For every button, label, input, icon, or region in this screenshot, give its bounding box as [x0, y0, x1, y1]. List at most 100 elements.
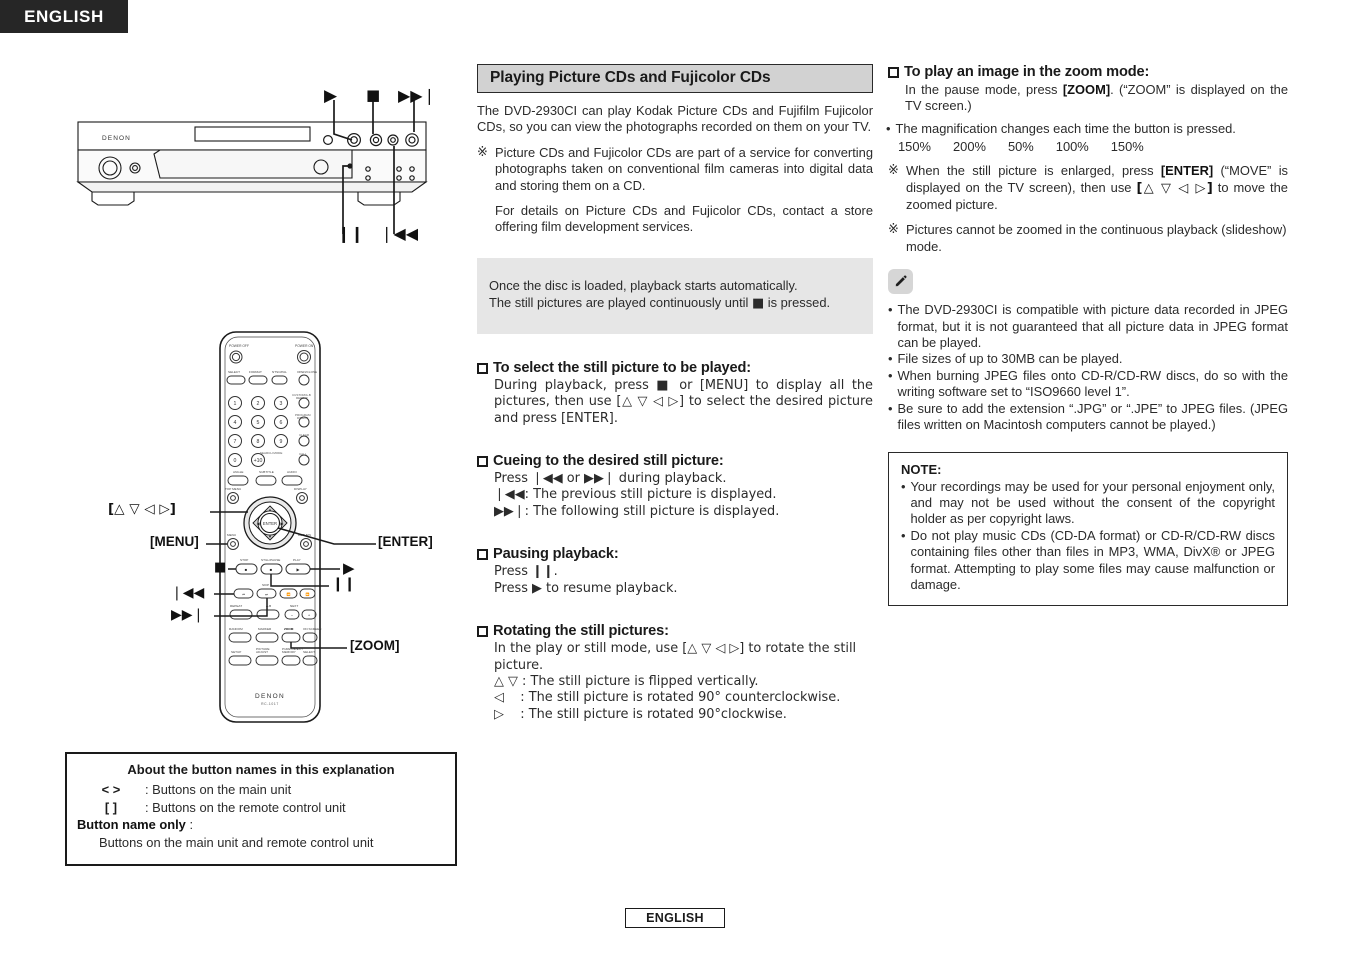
pencil-note-bullets: • The DVD-2930CI is compatible with pict…: [888, 302, 1288, 433]
svg-text:2: 2: [257, 401, 260, 407]
block-line: ❘◀◀: The previous still picture is displ…: [494, 487, 777, 503]
svg-text:SUBTITLE: SUBTITLE: [259, 470, 274, 474]
legend-key: [ ]: [104, 799, 118, 815]
svg-text:MARKER: MARKER: [258, 627, 272, 631]
svg-text:SEARCH MODE: SEARCH MODE: [260, 451, 282, 455]
note-item-1-text: Picture CDs and Fujicolor CDs are part o…: [495, 144, 873, 193]
front-panel-brand: DENON: [102, 135, 131, 142]
svg-text:DISPLAY: DISPLAY: [294, 487, 307, 491]
footer-language-box: ENGLISH: [625, 908, 725, 928]
auto-playback-line-1: Once the disc is loaded, playback starts…: [489, 277, 798, 293]
list-item: • The magnification changes each time th…: [886, 121, 1288, 137]
svg-text:REPEAT: REPEAT: [296, 396, 308, 400]
zoom-bullets: • The magnification changes each time th…: [886, 121, 1288, 137]
svg-text:TOP MENU: TOP MENU: [225, 487, 241, 491]
block-select-still-picture: To select the still picture to be played…: [477, 360, 873, 427]
section-title: Playing Picture CDs and Fujicolor CDs: [490, 69, 771, 86]
block-line: ▷ : The still picture is rotated 90°cloc…: [494, 706, 787, 722]
pencil-note-badge: [888, 269, 913, 295]
list-item: • The DVD-2930CI is compatible with pict…: [888, 302, 1288, 351]
svg-text:6: 6: [280, 420, 283, 426]
intro-paragraph: The DVD-2930CI can play Kodak Picture CD…: [477, 103, 873, 135]
svg-text:▼: ▼: [268, 534, 272, 539]
block-heading: Cueing to the desired still picture:: [477, 453, 873, 469]
front-panel-callout-next: ▶▶❘: [398, 86, 437, 105]
bullet-icon: •: [886, 120, 891, 136]
remote-callout-enter: [ENTER]: [378, 534, 433, 549]
block-body: Press ❘◀◀ or ▶▶❘ during playback. ❘◀◀: T…: [477, 471, 873, 520]
svg-text:ZOOM: ZOOM: [284, 627, 294, 631]
svg-text:SELECT: SELECT: [228, 370, 240, 374]
block-heading: To select the still picture to be played…: [477, 360, 873, 376]
checkbox-square-icon: [477, 456, 488, 468]
language-tab-label: ENGLISH: [24, 6, 104, 26]
front-panel-callout-pause: ❙❙: [337, 224, 364, 243]
svg-text:ADJUST: ADJUST: [256, 650, 268, 654]
svg-text:⏮: ⏮: [242, 593, 245, 597]
checkbox-square-icon: [888, 67, 899, 78]
svg-text:DIRECT: DIRECT: [297, 416, 308, 420]
svg-text:REPEAT: REPEAT: [230, 604, 242, 608]
svg-text:CLEAR: CLEAR: [299, 433, 310, 437]
svg-text:SKIP: SKIP: [262, 583, 269, 587]
block-line: During playback, press ■ or [MENU] to di…: [494, 377, 873, 426]
block-pausing-playback: Pausing playback: Press ❙❙. Press ▶ to r…: [477, 546, 873, 597]
checkbox-square-icon: [477, 549, 488, 561]
note-item-1: ※ Picture CDs and Fujicolor CDs are part…: [477, 145, 873, 194]
bullet-icon: •: [901, 478, 906, 494]
magnification-value: 100%: [1055, 139, 1089, 155]
block-title: Cueing to the desired still picture:: [493, 453, 724, 470]
legend-title: About the button names in this explanati…: [127, 762, 395, 777]
list-item: • Be sure to add the extension “.JPG” or…: [888, 401, 1288, 434]
section-title-bar: Playing Picture CDs and Fujicolor CDs: [477, 64, 873, 93]
svg-text:MEMORY: MEMORY: [282, 650, 296, 654]
bullet-icon: •: [888, 367, 893, 383]
block-heading: To play an image in the zoom mode:: [888, 64, 1288, 80]
svg-text:5: 5: [257, 420, 260, 426]
svg-text:SETUP: SETUP: [231, 650, 241, 654]
remote-callout-prev: ❘◀◀: [171, 585, 205, 601]
svg-text:9: 9: [280, 439, 283, 445]
footer-language-label: ENGLISH: [646, 911, 704, 925]
svg-text:POWER OFF: POWER OFF: [229, 344, 249, 348]
bullet-icon: •: [888, 400, 893, 416]
block-line: △ ▽ : The still picture is flipped verti…: [494, 673, 759, 689]
note-mark-icon: ※: [477, 144, 488, 160]
svg-text:CALL: CALL: [299, 452, 307, 456]
cursor-keys-ref: [△ ▽ ◁ ▷]: [1136, 180, 1213, 196]
zoom-note-1-text: When the still picture is enlarged, pres…: [906, 163, 1289, 213]
block-line: Press ❘◀◀ or ▶▶❘ during playback.: [494, 471, 727, 487]
checkbox-square-icon: [477, 362, 488, 374]
svg-text:FORMAT: FORMAT: [249, 370, 262, 374]
svg-text:3: 3: [280, 401, 283, 407]
note-item-2: For details on Picture CDs and Fujicolor…: [495, 203, 873, 235]
svg-text:NTSC/PAL: NTSC/PAL: [272, 370, 287, 374]
block-title: Rotating the still pictures:: [493, 623, 669, 640]
note-box-bullets: • Your recordings may be used for your p…: [901, 479, 1275, 594]
svg-text:4: 4: [234, 420, 237, 426]
svg-text:⏪: ⏪: [287, 593, 291, 597]
block-body: In the play or still mode, use [△ ▽ ◁ ▷]…: [477, 641, 873, 723]
svg-text:▲: ▲: [268, 507, 272, 512]
list-item: • Your recordings may be used for your p…: [901, 479, 1275, 528]
svg-text:STILL/PAUSE: STILL/PAUSE: [261, 558, 280, 562]
svg-text:RANDOM: RANDOM: [229, 627, 243, 631]
svg-text:SELECT: SELECT: [303, 650, 315, 654]
front-panel-callout-stop: ■: [366, 86, 381, 104]
enter-button-ref: [ENTER]: [1160, 163, 1214, 179]
magnification-row: 150% 200% 50% 100% 150%: [888, 138, 1288, 155]
list-item: • When burning JPEG files onto CD-R/CD-R…: [888, 368, 1288, 401]
legend-value: : Buttons on the main unit: [145, 782, 292, 797]
bullet-text: Be sure to add the extension “.JPG” or “…: [897, 400, 1288, 433]
block-body: In the pause mode, press [ZOOM]. (“ZOOM”…: [888, 82, 1288, 115]
note-mark-icon: ※: [888, 163, 899, 179]
block-line: In the play or still mode, use [△ ▽ ◁ ▷]…: [494, 641, 857, 673]
language-tab: ENGLISH: [0, 0, 128, 33]
svg-text:1: 1: [234, 401, 237, 407]
bullet-text: When burning JPEG files onto CD-R/CD-RW …: [897, 367, 1288, 400]
zoom-note-2: ※ Pictures cannot be zoomed in the conti…: [888, 222, 1288, 255]
remote-callout-zoom: [ZOOM]: [350, 638, 400, 653]
front-panel-callout-prev: ❘◀◀: [380, 224, 419, 243]
svg-text:MENU: MENU: [227, 533, 236, 537]
remote-callout-menu: [MENU]: [150, 534, 199, 549]
